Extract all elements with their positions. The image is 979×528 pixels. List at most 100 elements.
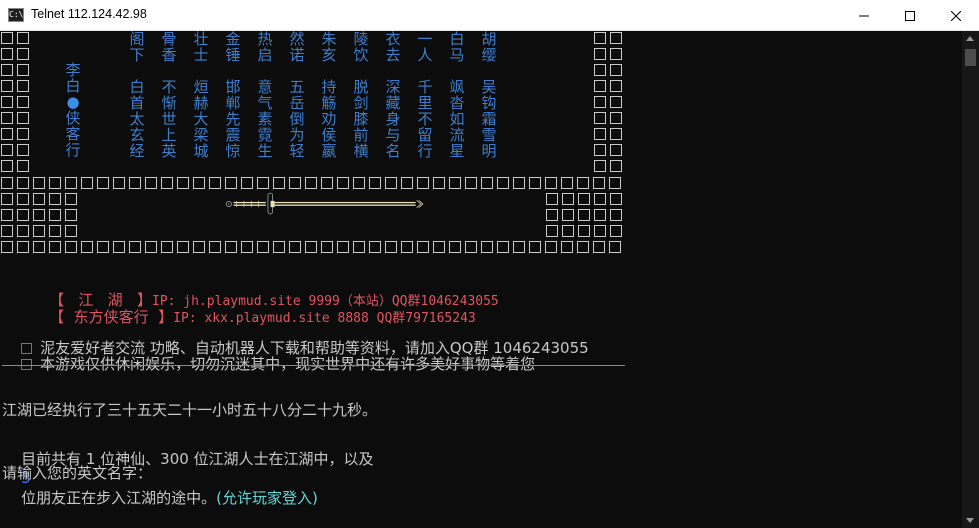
box-cell <box>594 48 606 60</box>
box-cell <box>17 48 29 60</box>
box-cell <box>17 193 29 205</box>
box-cell <box>401 177 413 189</box>
box-cell <box>610 144 622 156</box>
box-cell <box>1 241 13 253</box>
poem-column-top: 白马 <box>449 31 465 64</box>
box-cell <box>578 209 590 221</box>
box-cell <box>129 177 141 189</box>
box-cell <box>610 48 622 60</box>
box-cell <box>593 177 605 189</box>
box-cell <box>353 177 365 189</box>
box-cell <box>17 225 29 237</box>
poem-column-top: 热启 <box>257 31 273 64</box>
box-cell <box>1 128 13 140</box>
box-cell <box>497 241 509 253</box>
box-cell <box>161 177 173 189</box>
scroll-down-icon[interactable] <box>966 518 974 523</box>
box-cell <box>513 241 525 253</box>
box-cell <box>49 177 61 189</box>
box-cell <box>578 225 590 237</box>
poem-column-bottom: 不惭世上英 <box>161 78 177 160</box>
poem-column-top: 衣去 <box>385 31 401 64</box>
box-cell <box>241 241 253 253</box>
box-cell <box>49 241 61 253</box>
online-middle: 位朋友正在步入江湖的途中。 <box>21 489 217 507</box>
box-cell <box>225 241 237 253</box>
vertical-scrollbar[interactable] <box>962 31 979 528</box>
box-cell <box>610 209 622 221</box>
box-cell <box>497 177 509 189</box>
box-cell <box>562 225 574 237</box>
box-cell <box>145 177 157 189</box>
box-cell <box>97 177 109 189</box>
online-allow: (允许玩家登入) <box>216 489 318 507</box>
box-cell <box>545 241 557 253</box>
close-button[interactable] <box>933 0 979 31</box>
poem-column-bottom: 五岳倒为轻 <box>289 78 305 160</box>
poem-column-top: 陵饮 <box>353 31 369 64</box>
window-title: Telnet 112.124.42.98 <box>31 7 147 21</box>
box-cell <box>17 128 29 140</box>
box-cell <box>177 177 189 189</box>
box-cell <box>17 144 29 156</box>
name-prompt[interactable]: 请输入您的英文名字： <box>2 462 152 483</box>
box-cell <box>289 177 301 189</box>
poem-column-bottom: 持觞劝侯嬴 <box>321 78 337 160</box>
box-cell <box>225 177 237 189</box>
box-cell <box>610 225 622 237</box>
minimize-button[interactable] <box>841 0 887 31</box>
box-cell <box>433 177 445 189</box>
box-cell <box>49 209 61 221</box>
box-cell <box>113 241 125 253</box>
scroll-up-icon[interactable] <box>966 36 974 41</box>
poem-column-bottom: 深藏身与名 <box>385 78 401 160</box>
box-cell <box>33 177 45 189</box>
box-cell <box>401 241 413 253</box>
box-cell <box>273 241 285 253</box>
box-cell <box>1 193 13 205</box>
box-cell <box>594 32 606 44</box>
box-cell <box>417 241 429 253</box>
box-cell <box>17 96 29 108</box>
maximize-button[interactable] <box>887 0 933 31</box>
box-cell <box>1 160 13 172</box>
box-cell <box>49 193 61 205</box>
box-cell <box>1 32 13 44</box>
poem-column-top: 金锤 <box>225 31 241 64</box>
box-cell <box>594 96 606 108</box>
box-cell <box>17 32 29 44</box>
box-cell <box>145 241 157 253</box>
box-cell <box>610 96 622 108</box>
maximize-icon <box>905 10 915 21</box>
cmd-icon[interactable]: C:\ <box>8 8 24 22</box>
box-cell <box>65 209 77 221</box>
poem-column-bottom: 千里不留行 <box>417 78 433 160</box>
box-cell <box>433 241 445 253</box>
box-cell <box>593 241 605 253</box>
poem-column-bottom: 意气素霓生 <box>257 78 273 160</box>
box-cell <box>610 64 622 76</box>
box-cell <box>449 177 461 189</box>
box-cell <box>273 177 285 189</box>
poem-column-top: 朱亥 <box>321 31 337 64</box>
box-cell <box>594 64 606 76</box>
box-cell <box>610 193 622 205</box>
terminal-output[interactable]: 李白●侠客行 阁下 白首太玄经 骨香 不惭世上英 壮士 烜赫大梁城 金锤 邯郸先震惊 热启 意气素… <box>0 31 962 528</box>
box-cell <box>369 241 381 253</box>
notice-line-2: 本游戏仅供休闲娱乐，切勿沉迷其中，现实世界中还有许多美好事物等着您 <box>2 335 535 392</box>
box-cell <box>481 241 493 253</box>
box-cell <box>113 177 125 189</box>
box-cell <box>289 241 301 253</box>
box-cell <box>321 241 333 253</box>
box-cell <box>81 241 93 253</box>
box-cell <box>1 209 13 221</box>
scrollbar-thumb[interactable] <box>965 49 976 66</box>
box-cell <box>257 177 269 189</box>
box-cell <box>241 177 253 189</box>
box-cell <box>193 241 205 253</box>
box-cell <box>177 241 189 253</box>
box-cell <box>578 193 590 205</box>
box-cell <box>17 112 29 124</box>
box-cell <box>609 241 621 253</box>
box-cell <box>417 177 429 189</box>
